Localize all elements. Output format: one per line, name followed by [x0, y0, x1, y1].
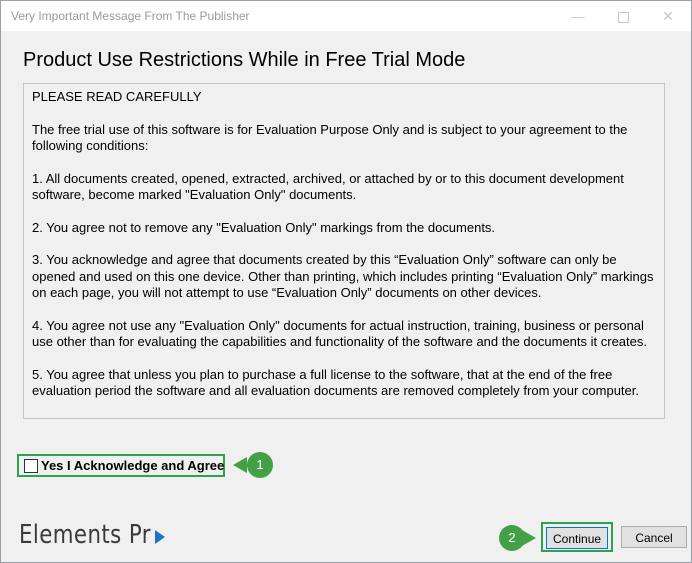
logo-play-icon — [155, 530, 165, 544]
license-paragraph: 1. All documents created, opened, extrac… — [32, 170, 624, 203]
agree-checkbox[interactable] — [24, 459, 38, 473]
license-paragraph: 5. You agree that unless you plan to pur… — [32, 366, 639, 399]
elements-pro-logo: Elements Pr — [19, 520, 151, 550]
license-paragraph: The free trial use of this software is f… — [32, 121, 628, 154]
window-title: Very Important Message From The Publishe… — [11, 9, 250, 23]
continue-button-highlight: Continue — [541, 522, 613, 552]
title-bar: Very Important Message From The Publishe… — [1, 1, 691, 31]
agree-label[interactable]: Yes I Acknowledge and Agree — [41, 458, 224, 473]
close-button[interactable]: ✕ — [646, 1, 690, 31]
cancel-button[interactable]: Cancel — [621, 526, 687, 548]
license-paragraph: 2. You agree not to remove any "Evaluati… — [32, 219, 496, 235]
continue-button[interactable]: Continue — [546, 527, 608, 549]
dialog-heading: Product Use Restrictions While in Free T… — [23, 49, 466, 71]
callout-arrow-icon — [233, 457, 247, 473]
maximize-button[interactable] — [601, 1, 645, 31]
callout-badge-1: 1 — [247, 452, 273, 478]
license-paragraph: PLEASE READ CAREFULLY — [32, 89, 202, 104]
agree-checkbox-highlight[interactable]: Yes I Acknowledge and Agree — [17, 454, 225, 477]
maximize-icon — [617, 11, 629, 23]
dialog-window: Very Important Message From The Publishe… — [0, 0, 692, 563]
minimize-button[interactable]: — — [556, 1, 600, 31]
license-text-box[interactable]: PLEASE READ CAREFULLY The free trial use… — [23, 83, 665, 419]
callout-arrow-icon — [522, 530, 536, 546]
license-paragraph: 4. You agree not use any "Evaluation Onl… — [32, 317, 647, 350]
license-paragraph: 3. You acknowledge and agree that docume… — [32, 252, 654, 300]
